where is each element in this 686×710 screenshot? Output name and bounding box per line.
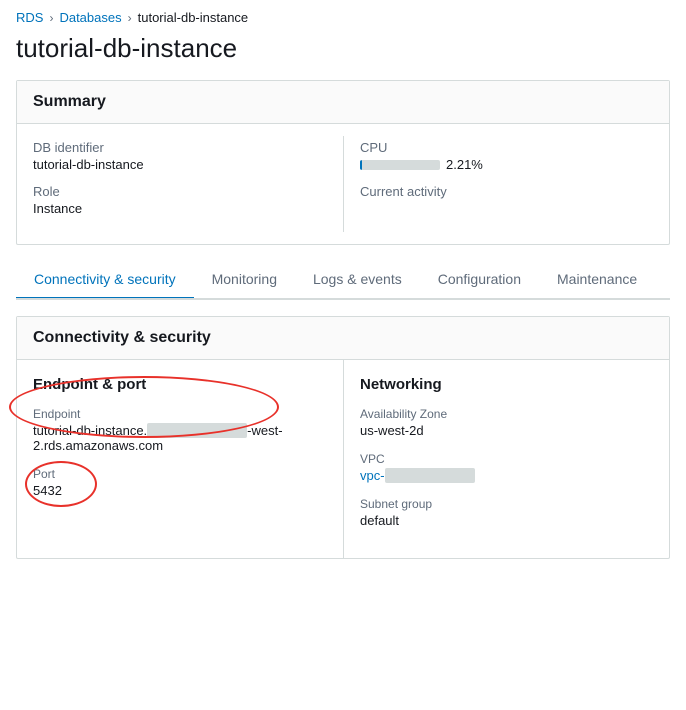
summary-grid: DB identifier tutorial-db-instance Role … — [17, 124, 669, 244]
port-label: Port — [33, 467, 62, 481]
connectivity-body: Endpoint & port Endpoint tutorial-db-ins… — [17, 360, 669, 558]
az-value: us-west-2d — [360, 423, 653, 438]
tab-monitoring[interactable]: Monitoring — [194, 261, 295, 300]
page-title: tutorial-db-instance — [0, 29, 686, 80]
endpoint-port-title: Endpoint & port — [33, 376, 327, 393]
tab-connectivity-security[interactable]: Connectivity & security — [16, 261, 194, 300]
cpu-label: CPU — [360, 140, 645, 155]
cpu-percent: 2.21% — [446, 157, 483, 172]
breadcrumb-rds[interactable]: RDS — [16, 10, 43, 25]
subnet-value: default — [360, 513, 653, 528]
breadcrumb: RDS › Databases › tutorial-db-instance — [0, 0, 686, 29]
az-label: Availability Zone — [360, 407, 653, 421]
current-activity-label: Current activity — [360, 184, 645, 199]
role-label: Role — [33, 184, 335, 199]
connectivity-header: Connectivity & security — [17, 317, 669, 360]
summary-header: Summary — [17, 81, 669, 124]
role-value: Instance — [33, 201, 335, 216]
breadcrumb-current: tutorial-db-instance — [138, 10, 249, 25]
endpoint-value: tutorial-db-instance. -west-2.rds.amazon… — [33, 423, 327, 453]
port-value: 5432 — [33, 483, 62, 498]
tab-configuration[interactable]: Configuration — [420, 261, 539, 300]
cpu-bar-fill — [360, 160, 362, 170]
db-identifier-value: tutorial-db-instance — [33, 157, 335, 172]
summary-card: Summary DB identifier tutorial-db-instan… — [16, 80, 670, 245]
summary-right-col: CPU 2.21% Current activity — [343, 136, 653, 232]
tab-logs-events[interactable]: Logs & events — [295, 261, 420, 300]
networking-col: Networking Availability Zone us-west-2d … — [343, 360, 669, 558]
vpc-value[interactable]: vpc- — [360, 468, 653, 483]
tab-maintenance[interactable]: Maintenance — [539, 261, 655, 300]
endpoint-port-col: Endpoint & port Endpoint tutorial-db-ins… — [17, 360, 343, 558]
cpu-bar-container: 2.21% — [360, 157, 645, 172]
networking-title: Networking — [360, 376, 653, 393]
breadcrumb-sep-2: › — [128, 11, 132, 25]
tabs-bar: Connectivity & security Monitoring Logs … — [16, 261, 670, 300]
cpu-bar-track — [360, 160, 440, 170]
summary-left-col: DB identifier tutorial-db-instance Role … — [33, 136, 343, 232]
db-identifier-label: DB identifier — [33, 140, 335, 155]
breadcrumb-databases[interactable]: Databases — [59, 10, 121, 25]
connectivity-card: Connectivity & security Endpoint & port … — [16, 316, 670, 559]
endpoint-label: Endpoint — [33, 407, 327, 421]
port-wrapper: Port 5432 — [33, 467, 62, 512]
breadcrumb-sep-1: › — [49, 11, 53, 25]
vpc-label: VPC — [360, 452, 653, 466]
subnet-label: Subnet group — [360, 497, 653, 511]
